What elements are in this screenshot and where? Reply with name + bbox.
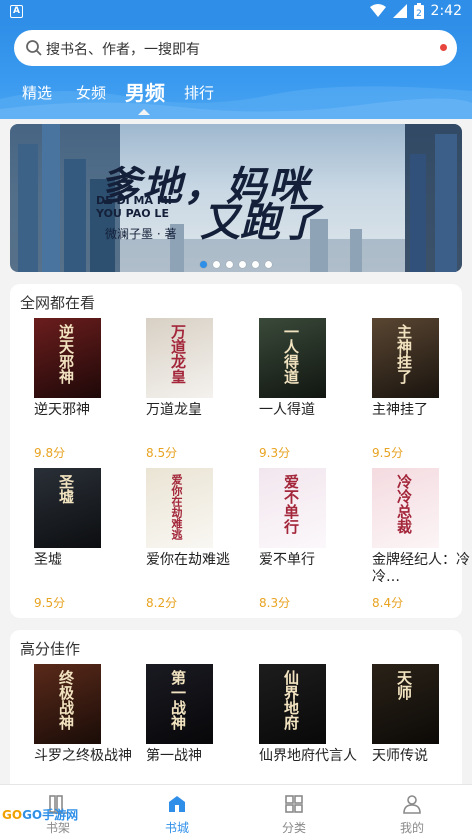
notification-dot xyxy=(440,44,447,51)
clock: 2:42 xyxy=(430,3,462,19)
banner-pager-dot[interactable] xyxy=(239,261,246,268)
nav-category[interactable]: 分类 xyxy=(264,793,324,836)
tab-featured[interactable]: 精选 xyxy=(22,82,52,103)
book-title: 第一战神 xyxy=(146,748,202,764)
tab-ranking[interactable]: 排行 xyxy=(184,82,214,103)
book-title: 一人得道 xyxy=(259,402,315,418)
book-title: 仙界地府代言人 xyxy=(259,748,357,764)
book-cover-title: 冷冷总裁 xyxy=(395,474,413,534)
book-cover[interactable]: 终极战神 xyxy=(34,664,101,744)
book-cover[interactable]: 冷冷总裁 xyxy=(372,468,439,548)
status-bar: A 2 2:42 xyxy=(0,0,472,24)
book-score: 9.5分 xyxy=(372,446,404,460)
banner-title-2: 又跑了 xyxy=(200,199,320,246)
signal-icon xyxy=(392,4,407,18)
book-cover[interactable]: 爱不单行 xyxy=(259,468,326,548)
banner-pager-dot[interactable] xyxy=(226,261,233,268)
section-title: 全网都在看 xyxy=(20,294,96,312)
book-cover[interactable]: 万道龙皇 xyxy=(146,318,213,398)
book-title: 天师传说 xyxy=(372,748,428,764)
book-score: 9.8分 xyxy=(34,446,66,460)
search-placeholder: 搜书名、作者，一搜即有 xyxy=(46,42,200,58)
search-icon xyxy=(26,40,42,56)
profile-icon xyxy=(403,795,421,814)
app-notification-icon: A xyxy=(10,5,23,18)
banner-author: 微澜子墨 · 著 xyxy=(105,227,177,241)
book-cover-title: 圣墟 xyxy=(57,474,75,504)
search-bar[interactable]: 搜书名、作者，一搜即有 xyxy=(14,30,457,66)
svg-text:2: 2 xyxy=(416,9,422,19)
book-title: 万道龙皇 xyxy=(146,402,202,418)
book-score: 8.2分 xyxy=(146,596,178,610)
watermark-logo: GOGO手游网 xyxy=(2,808,79,822)
book-cover-title: 终极战神 xyxy=(57,670,75,730)
banner-pager-dot[interactable] xyxy=(265,261,272,268)
book-title: 主神挂了 xyxy=(372,402,428,418)
active-tab-indicator xyxy=(138,109,150,115)
book-cover[interactable]: 仙界地府 xyxy=(259,664,326,744)
nav-profile[interactable]: 我的 xyxy=(382,793,442,836)
channel-tabs: 精选 女频 男频 排行 xyxy=(0,74,472,115)
book-title: 爱你在劫难逃 xyxy=(146,552,230,568)
book-cover-title: 爱你在劫难逃 xyxy=(170,474,183,540)
book-cover-title: 主神挂了 xyxy=(395,324,413,384)
book-cover-title: 逆天邪神 xyxy=(57,324,75,384)
book-cover-title: 天师 xyxy=(395,670,413,700)
book-score: 8.4分 xyxy=(372,596,404,610)
section-top-rated: 高分佳作 终极战神 斗罗之终极战神 第一战神 第一战神 仙界地府 仙界地府代言人 天师 天师传… xyxy=(10,630,462,800)
book-title: 斗罗之终极战神 xyxy=(34,748,132,764)
banner-pinyin: DE DI MA MI YOU PAO LE xyxy=(96,194,172,220)
book-cover-title: 爱不单行 xyxy=(282,474,300,534)
book-cover-title: 仙界地府 xyxy=(282,670,300,730)
section-trending: 全网都在看 逆天邪神 逆天邪神 9.8分 万道龙皇 万道龙皇 8.5分 一人得道 一人得道 9.… xyxy=(10,284,470,618)
bookstore-icon xyxy=(169,796,185,812)
book-title: 金牌经纪人：冷冷… xyxy=(372,552,470,585)
book-cover-title: 万道龙皇 xyxy=(169,324,187,384)
book-cover[interactable]: 圣墟 xyxy=(34,468,101,548)
book-cover[interactable]: 逆天邪神 xyxy=(34,318,101,398)
nav-bookstore[interactable]: 书城 xyxy=(147,793,207,836)
battery-icon: 2 xyxy=(413,3,424,19)
wifi-icon xyxy=(369,4,386,17)
book-score: 9.5分 xyxy=(34,596,66,610)
banner-pager xyxy=(0,253,472,272)
tab-female[interactable]: 女频 xyxy=(76,82,106,103)
book-title: 爱不单行 xyxy=(259,552,315,568)
promo-banner[interactable]: 爹地，妈咪 又跑了 DE DI MA MI YOU PAO LE 微澜子墨 · … xyxy=(10,124,462,272)
book-title: 圣墟 xyxy=(34,552,62,568)
book-cover[interactable]: 天师 xyxy=(372,664,439,744)
book-score: 8.3分 xyxy=(259,596,291,610)
book-score: 9.3分 xyxy=(259,446,291,460)
book-title: 逆天邪神 xyxy=(34,402,90,418)
book-score: 8.5分 xyxy=(146,446,178,460)
book-cover-title: 一人得道 xyxy=(282,324,300,384)
book-cover[interactable]: 一人得道 xyxy=(259,318,326,398)
tab-male[interactable]: 男频 xyxy=(125,77,165,106)
category-icon xyxy=(285,795,303,813)
book-cover[interactable]: 主神挂了 xyxy=(372,318,439,398)
book-cover[interactable]: 爱你在劫难逃 xyxy=(146,468,213,548)
book-cover[interactable]: 第一战神 xyxy=(146,664,213,744)
banner-pager-dot[interactable] xyxy=(213,261,220,268)
book-cover-title: 第一战神 xyxy=(169,670,187,730)
banner-pager-dot[interactable] xyxy=(200,261,207,268)
banner-pager-dot[interactable] xyxy=(252,261,259,268)
section-title: 高分佳作 xyxy=(20,640,81,658)
